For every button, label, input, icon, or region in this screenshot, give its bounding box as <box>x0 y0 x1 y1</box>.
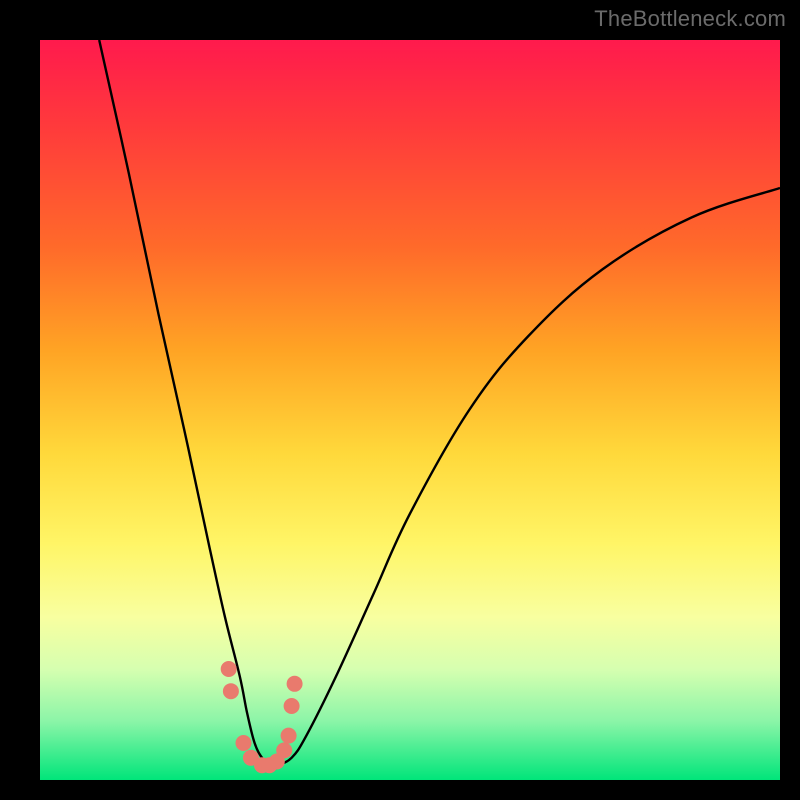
curve-marker <box>287 676 303 692</box>
curve-layer <box>40 40 780 780</box>
curve-marker <box>223 683 239 699</box>
curve-marker <box>281 728 297 744</box>
curve-marker <box>236 735 252 751</box>
plot-area <box>40 40 780 780</box>
curve-marker <box>284 698 300 714</box>
watermark-text: TheBottleneck.com <box>594 6 786 32</box>
bottleneck-curve <box>99 40 780 766</box>
curve-marker <box>221 661 237 677</box>
chart-frame: TheBottleneck.com <box>0 0 800 800</box>
curve-marker <box>276 742 292 758</box>
